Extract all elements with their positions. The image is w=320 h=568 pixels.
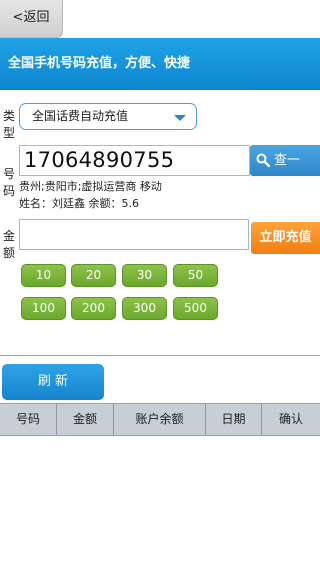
search-icon: [256, 153, 270, 167]
amount-option-10[interactable]: 10: [21, 264, 66, 287]
phone-number-input[interactable]: 17064890755: [19, 145, 250, 176]
column-header-date[interactable]: 日期: [206, 404, 262, 435]
top-bar: <返回: [0, 0, 320, 38]
amount-option-500[interactable]: 500: [173, 297, 218, 320]
amount-option-50[interactable]: 50: [173, 264, 218, 287]
recharge-type-value: 全国话费自动充值: [32, 109, 129, 123]
owner-balance-info: 姓名：刘廷鑫 余额：5.6: [19, 197, 139, 210]
type-label: 类 型: [3, 109, 16, 140]
column-header-confirm[interactable]: 确认: [262, 404, 320, 435]
query-button-label: 查一: [274, 153, 301, 168]
amount-option-300[interactable]: 300: [122, 297, 167, 320]
banner-title: 全国手机号码充值，方便、快捷: [0, 38, 320, 90]
recharge-now-button[interactable]: 立即充值: [251, 222, 320, 254]
location-info: 贵州;贵阳市;虚拟运营商 移动: [19, 180, 162, 193]
amount-option-30[interactable]: 30: [122, 264, 167, 287]
chevron-down-icon: [174, 115, 186, 121]
column-header-amount[interactable]: 金额: [57, 404, 114, 435]
refresh-button[interactable]: 刷 新: [2, 364, 104, 400]
amount-option-200[interactable]: 200: [71, 297, 116, 320]
number-label: 号 码: [3, 167, 16, 198]
records-table-header: 号码 金额 账户余额 日期 确认: [0, 403, 320, 436]
amount-label: 金 额: [3, 229, 16, 260]
query-button[interactable]: 查一: [250, 145, 320, 176]
column-header-balance[interactable]: 账户余额: [114, 404, 206, 435]
section-divider: [0, 355, 320, 356]
column-header-number[interactable]: 号码: [0, 404, 57, 435]
amount-option-20[interactable]: 20: [71, 264, 116, 287]
amount-input[interactable]: [19, 219, 249, 250]
back-button[interactable]: <返回: [0, 0, 63, 38]
recharge-type-select[interactable]: 全国话费自动充值: [19, 103, 197, 130]
amount-option-100[interactable]: 100: [21, 297, 66, 320]
